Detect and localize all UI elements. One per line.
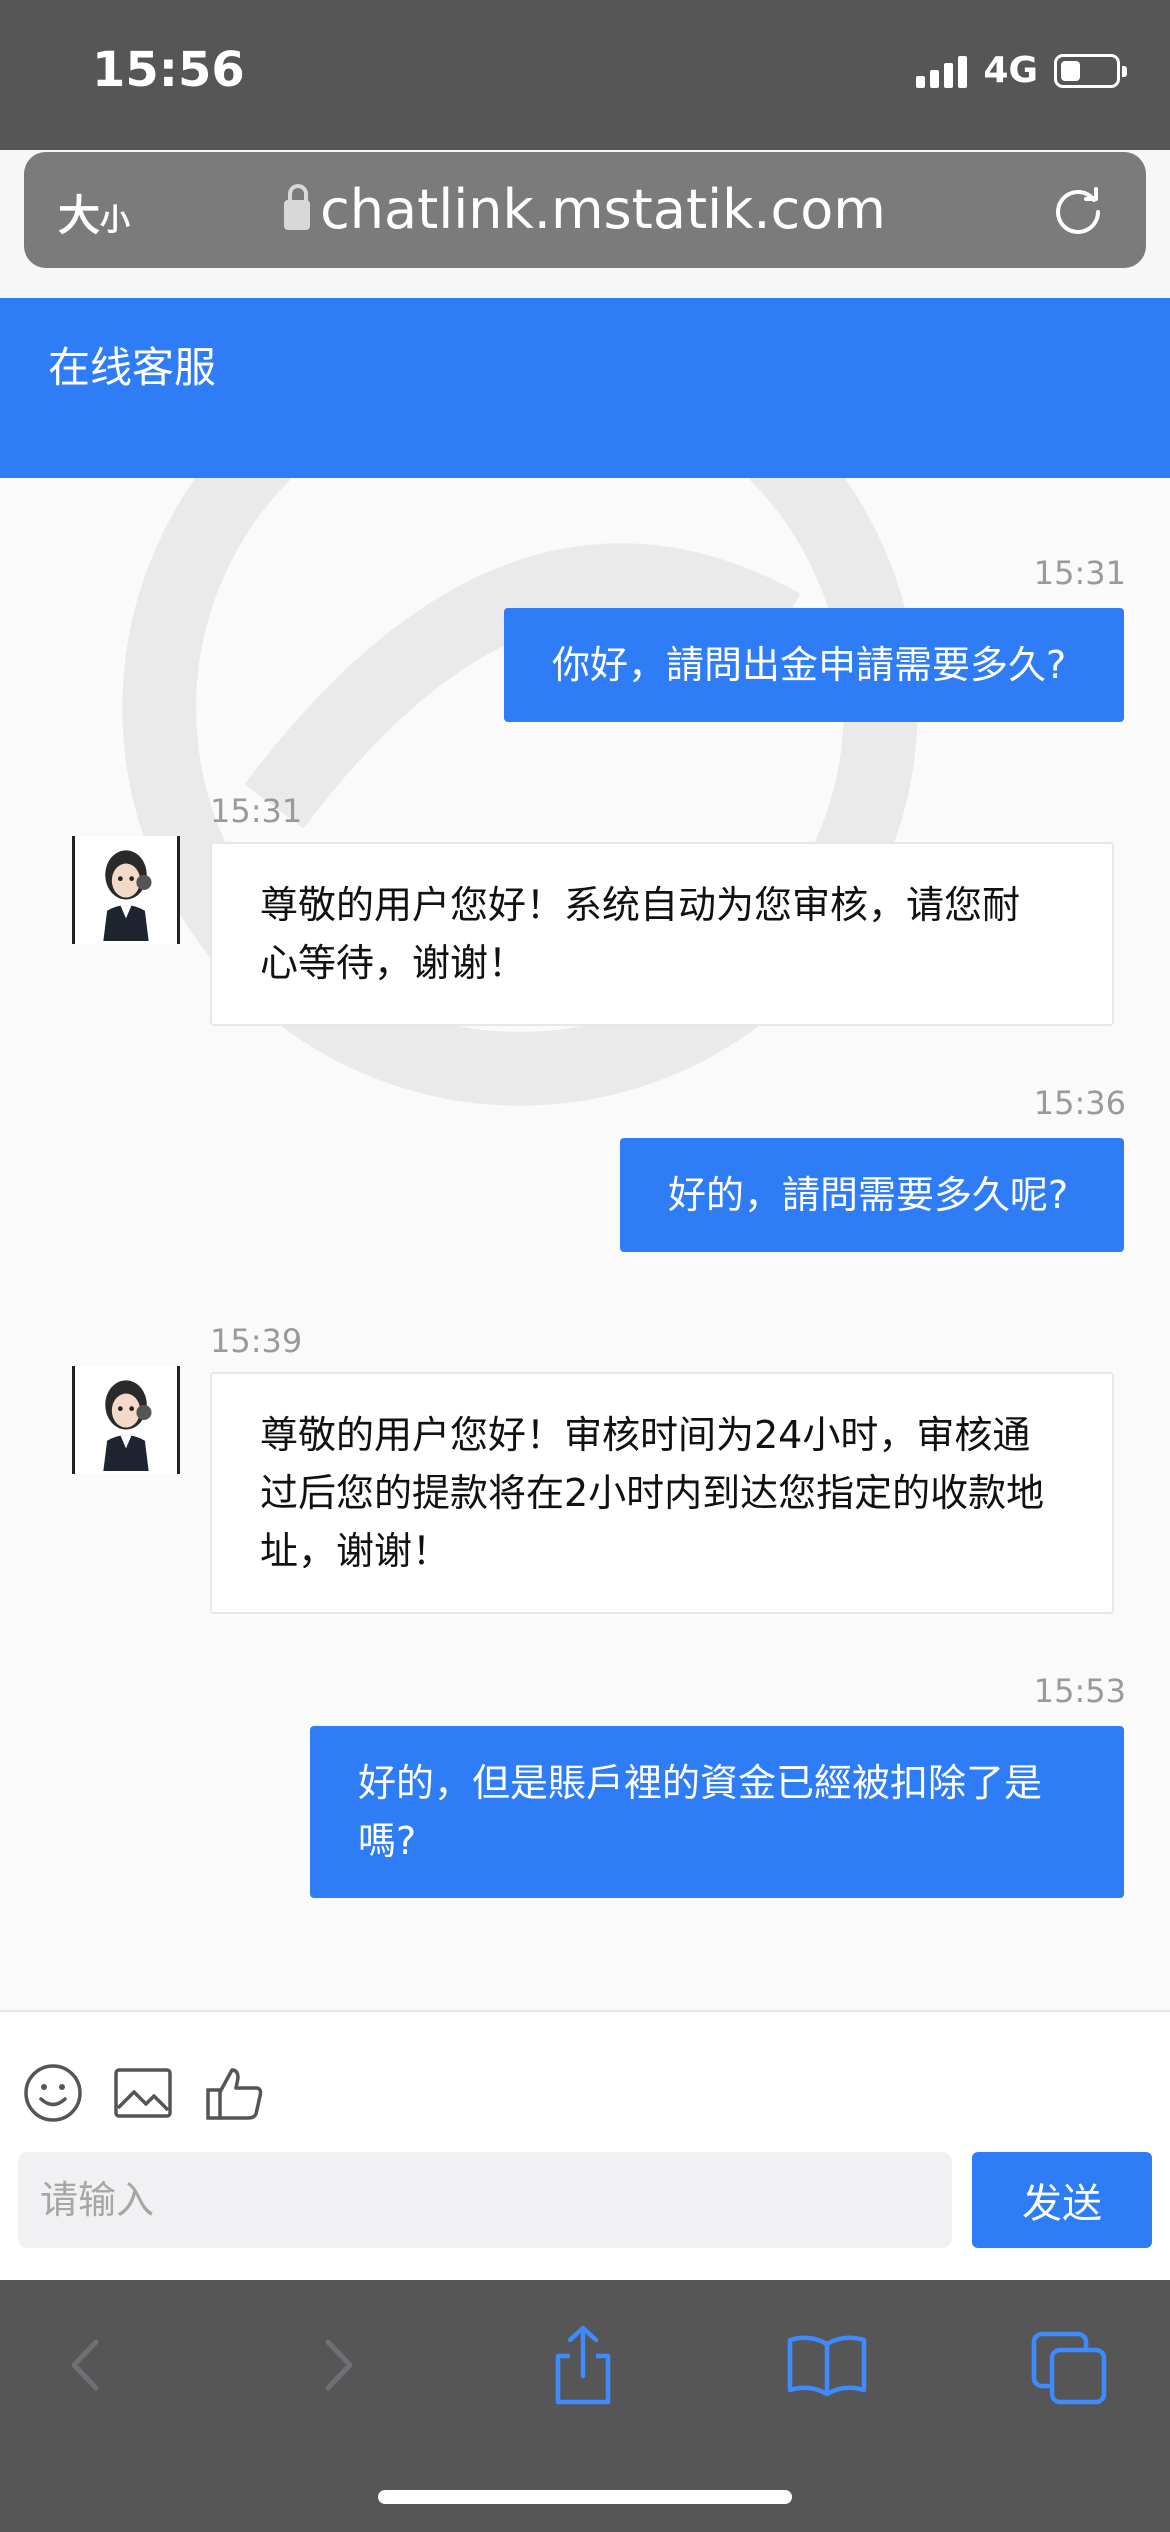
status-bar: 15:56 4G xyxy=(0,0,1170,150)
message-line: 尊敬的用户您好！系统自动为您审核，请您耐 xyxy=(260,883,1021,927)
agent-message-bubble: 尊敬的用户您好！审核时间为24小时，审核通 过后您的提款将在2小时内到达您指定的… xyxy=(210,1372,1114,1614)
message-line: 过后您的提款将在2小时内到达您指定的收款地 xyxy=(260,1471,1045,1515)
message-time: 15:53 xyxy=(1033,1672,1126,1710)
status-indicators: 4G xyxy=(916,50,1127,91)
back-icon[interactable] xyxy=(40,2320,130,2410)
message-text: 好的，請問需要多久呢? xyxy=(668,1173,1069,1217)
emoji-icon[interactable] xyxy=(22,2062,84,2124)
user-message-bubble: 你好，請問出金申請需要多久? xyxy=(504,608,1124,722)
message-time: 15:39 xyxy=(210,1322,303,1360)
home-indicator[interactable] xyxy=(378,2490,792,2504)
bookmarks-icon[interactable] xyxy=(782,2320,872,2410)
message-line: 址，谢谢！ xyxy=(260,1529,451,1573)
reload-icon[interactable] xyxy=(1050,182,1106,238)
image-icon[interactable] xyxy=(112,2062,174,2124)
send-button[interactable]: 发送 xyxy=(972,2152,1152,2248)
page-title: 在线客服 xyxy=(48,343,217,392)
chat-message-list[interactable]: 15:31 你好，請問出金申請需要多久? 15:31 尊敬的用户您好！系统自动为… xyxy=(0,478,1170,2010)
share-icon[interactable] xyxy=(538,2320,628,2410)
message-line: 尊敬的用户您好！审核时间为24小时，审核通 xyxy=(260,1413,1031,1457)
status-time: 15:56 xyxy=(92,42,245,98)
user-message-bubble: 好的，請問需要多久呢? xyxy=(620,1138,1124,1252)
message-time: 15:31 xyxy=(1033,554,1126,592)
agent-avatar xyxy=(72,1366,180,1474)
message-time: 15:31 xyxy=(210,792,303,830)
agent-message-bubble: 尊敬的用户您好！系统自动为您审核，请您耐 心等待，谢谢！ xyxy=(210,842,1114,1026)
message-line: 嗎? xyxy=(358,1819,417,1863)
tabs-icon[interactable] xyxy=(1026,2320,1116,2410)
url-display[interactable]: chatlink.mstatik.com xyxy=(24,178,1146,241)
message-line: 心等待，谢谢！ xyxy=(260,941,527,985)
forward-icon[interactable] xyxy=(294,2320,384,2410)
network-type: 4G xyxy=(983,50,1038,91)
message-text: 你好，請問出金申請需要多久? xyxy=(552,643,1067,687)
url-text: chatlink.mstatik.com xyxy=(320,178,886,241)
message-line: 好的，但是賬戶裡的資金已經被扣除了是 xyxy=(358,1761,1043,1805)
message-composer: 发送 xyxy=(0,2010,1170,2280)
address-bar[interactable]: 大小 chatlink.mstatik.com xyxy=(24,152,1146,268)
user-message-bubble: 好的，但是賬戶裡的資金已經被扣除了是 嗎? xyxy=(310,1726,1124,1898)
thumbs-up-icon[interactable] xyxy=(204,2062,266,2124)
signal-icon xyxy=(916,54,968,88)
agent-avatar xyxy=(72,836,180,944)
battery-icon xyxy=(1054,53,1127,88)
message-time: 15:36 xyxy=(1033,1084,1126,1122)
lock-icon xyxy=(284,184,311,230)
message-input[interactable] xyxy=(18,2152,952,2248)
chat-header: 在线客服 xyxy=(0,298,1170,478)
